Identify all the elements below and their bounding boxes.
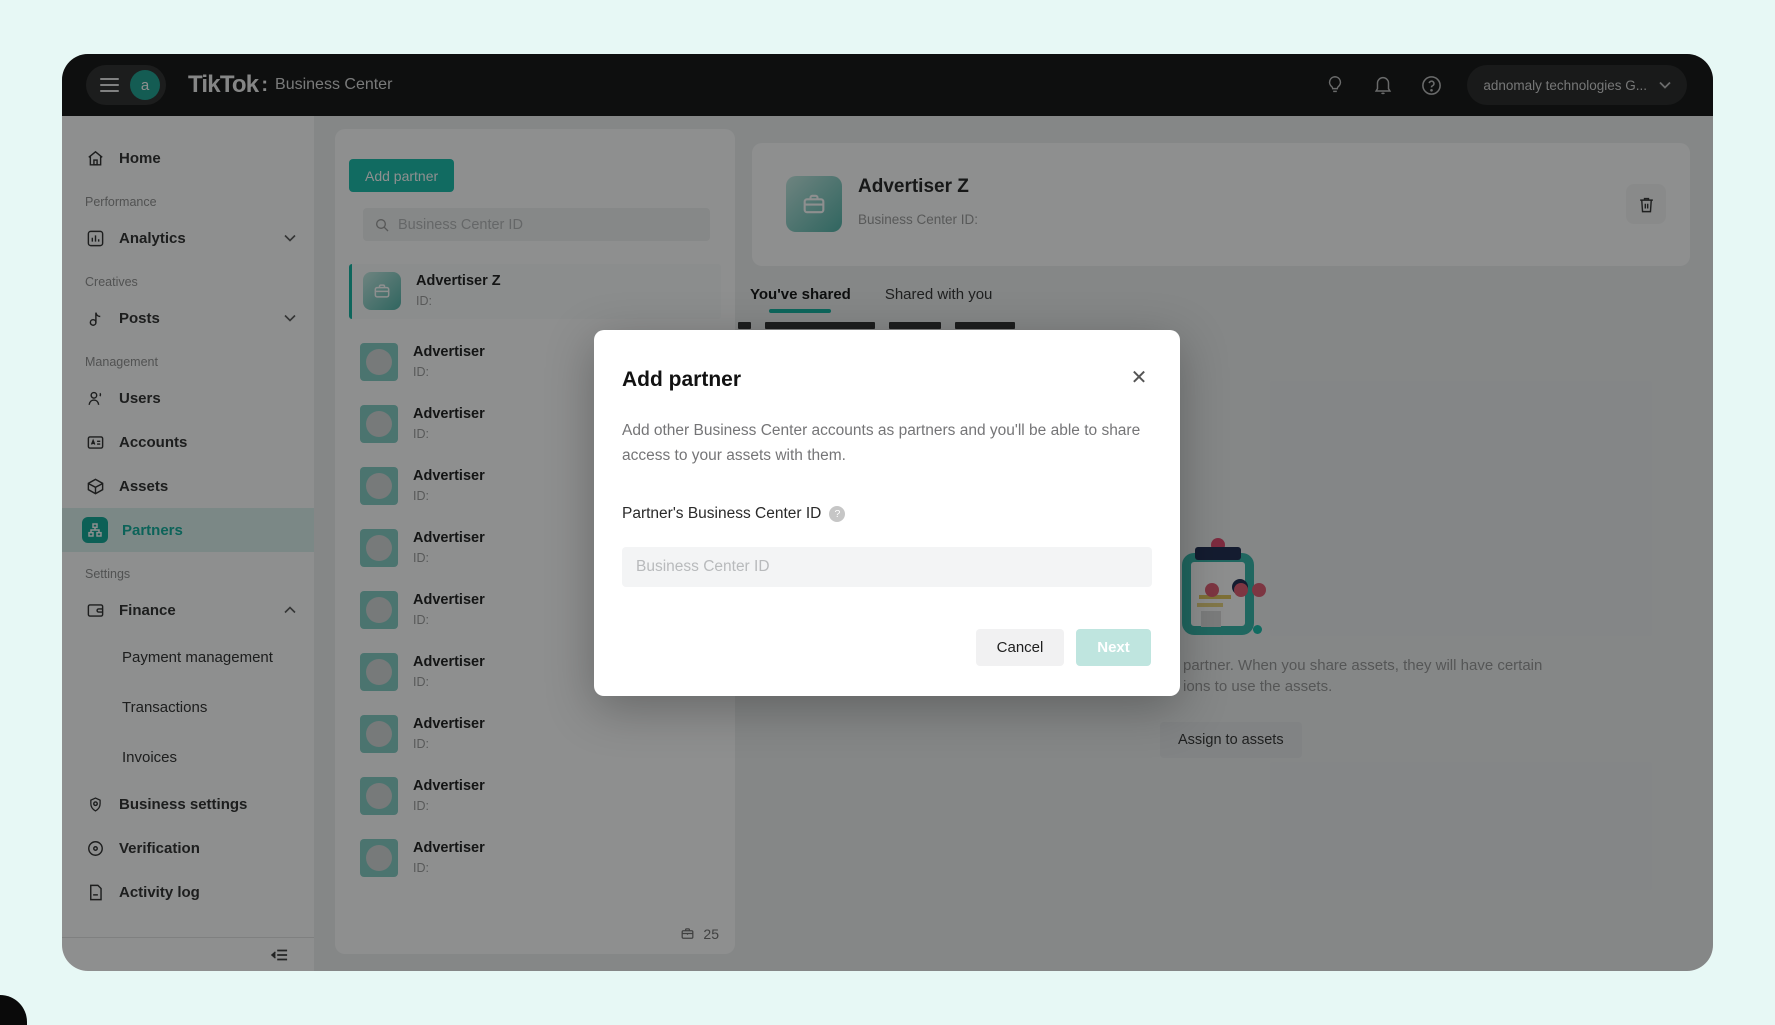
info-icon[interactable]: ? [829, 506, 846, 522]
desktop-background: a TikTok : Business Center adnomaly tech… [0, 0, 1775, 1025]
business-center-id-input[interactable] [622, 547, 1152, 587]
cancel-button[interactable]: Cancel [976, 629, 1064, 666]
add-partner-modal: Add partner ✕ Add other Business Center … [594, 330, 1180, 696]
background-window-corner [0, 995, 27, 1025]
modal-description: Add other Business Center accounts as pa… [622, 422, 1141, 464]
modal-field-label: Partner's Business Center ID ? [622, 505, 846, 523]
next-button[interactable]: Next [1076, 629, 1151, 666]
close-icon[interactable]: ✕ [1124, 362, 1154, 392]
modal-title: Add partner [622, 368, 742, 391]
